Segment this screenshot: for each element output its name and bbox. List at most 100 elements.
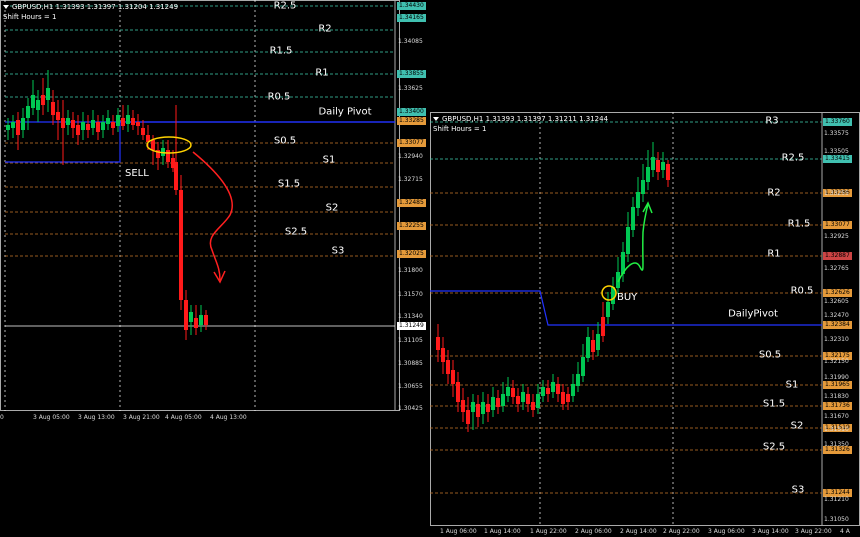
left-level-label-2: R1.5 xyxy=(269,45,293,57)
left-time-label-3: 3 Aug 21:00 xyxy=(123,414,160,421)
left-chart-window[interactable]: GBPUSD,H1 1.31393 1.31397 1.31204 1.3124… xyxy=(0,0,426,423)
left-time-label-4: 4 Aug 05:00 xyxy=(165,414,202,421)
right-price-tag-18: 1.31965 xyxy=(823,381,852,389)
right-chart-window[interactable]: GBPUSD,H1 1.31393 1.31397 1.31211 1.3124… xyxy=(430,112,860,537)
left-price-tag-6: 1.33285 xyxy=(397,117,426,125)
right-candle-body-13 xyxy=(501,394,505,406)
left-candle-body-2 xyxy=(16,120,20,135)
left-frame xyxy=(0,0,400,411)
left-symbol-line: GBPUSD,H1 1.31393 1.31397 1.31204 1.3124… xyxy=(12,3,179,11)
right-candle-body-30 xyxy=(586,337,590,358)
right-price-tag-10: 1.32626 xyxy=(823,289,852,297)
left-candle-body-21 xyxy=(111,122,115,128)
right-candle-body-25 xyxy=(561,392,565,404)
right-candle-body-4 xyxy=(456,382,460,402)
right-candle-body-32 xyxy=(596,334,600,350)
right-time-label-4: 2 Aug 14:00 xyxy=(620,528,657,535)
left-time-label-5: 4 Aug 13:00 xyxy=(210,414,247,421)
left-candle-body-17 xyxy=(91,120,95,128)
right-level-label-4: R1 xyxy=(767,248,781,260)
left-level-label-3: R1 xyxy=(315,67,329,79)
left-candle-body-5 xyxy=(31,95,35,108)
left-price-text-13: 1.31800 xyxy=(398,267,423,274)
right-price-tag-8: 1.32887 xyxy=(823,252,852,260)
right-price-tag-25: 1.31326 xyxy=(823,446,852,454)
right-candle-body-9 xyxy=(481,402,485,414)
right-price-tag-20: 1.31736 xyxy=(823,402,852,410)
dropdown-triangle-icon[interactable] xyxy=(3,5,9,9)
left-candle-body-36 xyxy=(184,300,188,330)
right-price-text-5: 1.33255 xyxy=(824,190,849,197)
left-level-label-8: S1.5 xyxy=(277,178,301,190)
left-price-text-15: 1.31340 xyxy=(398,313,423,320)
right-candle-body-27 xyxy=(571,384,575,396)
right-price-text-19: 1.31830 xyxy=(824,393,849,400)
left-level-label-11: S3 xyxy=(331,245,345,257)
left-candle-body-26 xyxy=(136,122,140,126)
left-price-text-18: 1.30885 xyxy=(398,360,423,367)
right-candle-body-1 xyxy=(441,348,445,362)
left-level-label-7: S1 xyxy=(322,154,336,166)
right-time-label-8: 3 Aug 22:00 xyxy=(795,528,832,535)
left-candle-body-12 xyxy=(66,118,70,125)
right-shift-line: Shift Hours = 1 xyxy=(433,125,487,133)
right-time-label-3: 2 Aug 06:00 xyxy=(575,528,612,535)
right-candle-body-45 xyxy=(661,162,665,170)
left-candle-body-20 xyxy=(106,118,110,124)
sell-arrow-curve xyxy=(192,151,233,281)
left-candle-body-14 xyxy=(76,125,80,135)
left-price-tag-5: 1.33400 xyxy=(397,108,426,116)
right-candle-body-23 xyxy=(551,382,555,392)
left-price-text-19: 1.30655 xyxy=(398,383,423,390)
right-candle-body-16 xyxy=(516,396,520,404)
right-chart-canvas[interactable] xyxy=(430,112,860,537)
right-candle-body-28 xyxy=(576,374,580,386)
sell-label: SELL xyxy=(125,168,149,179)
dropdown-triangle-icon[interactable] xyxy=(433,117,439,121)
right-candle-body-20 xyxy=(536,394,540,408)
left-candle-body-11 xyxy=(61,118,65,128)
right-candle-body-2 xyxy=(446,360,450,374)
right-candle-body-3 xyxy=(451,370,455,384)
left-candle-body-6 xyxy=(36,100,40,110)
left-level-label-9: S2 xyxy=(325,202,339,214)
left-candle-body-3 xyxy=(21,118,25,130)
left-candle-body-27 xyxy=(141,128,145,135)
right-price-text-16: 1.32150 xyxy=(824,358,849,365)
right-price-text-27: 1.31210 xyxy=(824,496,849,503)
right-price-text-21: 1.31670 xyxy=(824,413,849,420)
right-price-text-1: 1.33575 xyxy=(824,130,849,137)
right-time-label-9: 4 A xyxy=(840,528,850,535)
left-candle-body-18 xyxy=(96,122,100,132)
right-candle-body-0 xyxy=(436,337,440,350)
left-time-label-0: 0 xyxy=(0,414,4,421)
right-level-label-9: S1.5 xyxy=(762,398,786,410)
left-candle-body-16 xyxy=(86,124,90,130)
left-candle-body-8 xyxy=(46,88,50,100)
right-level-label-0: R3 xyxy=(765,115,779,127)
left-candle-body-9 xyxy=(51,102,55,115)
right-candle-body-11 xyxy=(491,397,495,410)
right-level-label-11: S2.5 xyxy=(762,441,786,453)
left-time-label-2: 3 Aug 13:00 xyxy=(78,414,115,421)
left-candle-body-25 xyxy=(131,118,135,125)
right-candle-body-39 xyxy=(631,207,635,230)
left-price-tag-7: 1.33077 xyxy=(397,139,426,147)
left-price-tag-11: 1.32255 xyxy=(397,222,426,230)
left-price-text-8: 1.32940 xyxy=(398,153,423,160)
left-shift-line: Shift Hours = 1 xyxy=(3,13,57,21)
left-chart-canvas[interactable] xyxy=(0,0,400,423)
left-price-tag-1: 1.34165 xyxy=(397,14,426,22)
right-level-label-12: S3 xyxy=(791,484,805,496)
left-price-tag-12: 1.32025 xyxy=(397,250,426,258)
left-candle-body-39 xyxy=(199,315,203,325)
left-price-tag-3: 1.33855 xyxy=(397,70,426,78)
left-price-tag-16: 1.31249 xyxy=(397,322,426,330)
right-level-label-7: S0.5 xyxy=(758,349,782,361)
right-candle-body-7 xyxy=(471,402,475,412)
left-candle-body-1 xyxy=(11,122,15,128)
right-price-text-11: 1.32605 xyxy=(824,298,849,305)
right-price-text-2: 1.33505 xyxy=(824,148,849,155)
right-price-text-17: 1.31990 xyxy=(824,374,849,381)
left-candle-body-7 xyxy=(41,95,45,105)
